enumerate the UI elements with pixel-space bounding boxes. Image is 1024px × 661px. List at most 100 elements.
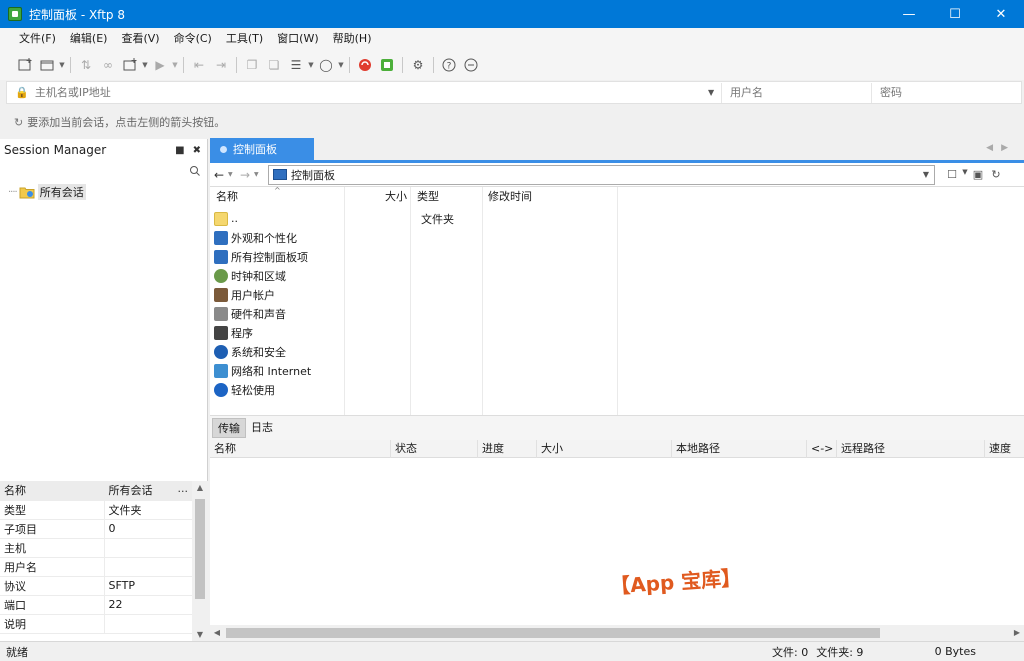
list-view-icon[interactable]: ☰ (285, 54, 307, 76)
menu-file[interactable]: 文件(F) (12, 28, 63, 50)
column-header-status[interactable]: 状态 (390, 440, 417, 458)
scroll-left-icon[interactable]: ◀ (210, 625, 224, 641)
refresh-icon[interactable]: ↻ (987, 168, 1005, 181)
column-header-progress[interactable]: 进度 (477, 440, 504, 458)
list-view-dropdown-icon[interactable]: ▼ (307, 61, 315, 69)
scroll-right-icon[interactable]: ▶ (1010, 625, 1024, 641)
column-header-remote-path[interactable]: 远程路径 (836, 440, 885, 458)
back-icon[interactable]: ← (210, 168, 228, 182)
paste-icon[interactable]: ❏ (263, 54, 285, 76)
menu-tools[interactable]: 工具(T) (219, 28, 270, 50)
download-icon[interactable]: ⇥ (210, 54, 232, 76)
column-header-speed[interactable]: 速度 (984, 440, 1011, 458)
path-input[interactable]: 控制面板 ▼ (268, 164, 935, 185)
maximize-button[interactable]: ☐ (932, 0, 978, 28)
file-row[interactable]: 程序 (214, 323, 253, 342)
menu-help[interactable]: 帮助(H) (326, 28, 379, 50)
menu-edit[interactable]: 编辑(E) (63, 28, 115, 50)
property-row: 用户名 (0, 557, 192, 577)
column-header-modified[interactable]: 修改时间 (488, 187, 532, 207)
search-icon[interactable] (189, 165, 201, 180)
session-search (0, 161, 207, 183)
column-header-size[interactable]: 大小 (385, 187, 407, 207)
tree-item-all-sessions[interactable]: ···· 所有会话 (8, 183, 207, 201)
column-header-local-path[interactable]: 本地路径 (671, 440, 720, 458)
close-panel-icon[interactable]: ✖ (193, 145, 201, 156)
xftp-app-icon[interactable] (8, 7, 22, 21)
upload-icon[interactable]: ⇤ (188, 54, 210, 76)
title-bar: 控制面板 - Xftp 8 — ☐ ✕ (0, 0, 1024, 28)
column-header-size[interactable]: 大小 (536, 440, 563, 458)
tab-log[interactable]: 日志 (246, 418, 278, 438)
scroll-down-icon[interactable]: ▼ (192, 630, 208, 639)
file-row[interactable]: 时钟和区域 (214, 266, 286, 285)
help-icon[interactable]: ? (438, 54, 460, 76)
forward-icon[interactable]: → (236, 168, 254, 182)
column-header-name[interactable]: 名称 (216, 187, 238, 207)
menu-command[interactable]: 命令(C) (167, 28, 219, 50)
file-row[interactable]: .. 文件夹 (214, 209, 614, 228)
menu-window[interactable]: 窗口(W) (270, 28, 325, 50)
disconnect-icon[interactable]: ∞ (97, 54, 119, 76)
open-session-icon[interactable] (36, 54, 58, 76)
file-row[interactable]: 外观和个性化 (214, 228, 297, 247)
session-manager-header: Session Manager ■ ✖ (0, 139, 207, 161)
xshell-icon[interactable] (354, 54, 376, 76)
add-session-arrow-icon[interactable]: ↻ (14, 116, 23, 129)
properties-grid: 名称 所有会话... 类型 文件夹 子项目 0 主机 用户名 协议 SFTP 端… (0, 481, 208, 641)
column-header-name[interactable]: 名称 (210, 440, 236, 458)
open-session-dropdown-icon[interactable]: ▼ (58, 61, 66, 69)
new-tab-dropdown-icon[interactable]: ▼ (141, 61, 149, 69)
file-list: 名称 ^ 大小 类型 修改时间 .. 文件夹 外观和个性化 所有控制面板项 时钟… (210, 186, 1024, 415)
tree-label: 所有会话 (37, 184, 86, 200)
file-row[interactable]: 系统和安全 (214, 342, 286, 361)
password-input[interactable] (871, 82, 1021, 103)
bookmark-icon[interactable]: ☐ (943, 168, 961, 181)
new-session-icon[interactable] (14, 54, 36, 76)
reconnect-icon[interactable]: ⇅ (75, 54, 97, 76)
transfer-dropdown-icon[interactable]: ▼ (171, 61, 179, 69)
transfer-scrollbar[interactable]: ◀ ▶ (210, 625, 1024, 641)
new-folder-icon[interactable]: ▣ (969, 168, 987, 181)
toolbar-divider (183, 57, 184, 73)
property-row: 协议 SFTP (0, 576, 192, 596)
tab-control-panel[interactable]: 控制面板 (210, 138, 314, 160)
back-dropdown-icon[interactable]: ▼ (228, 171, 236, 178)
file-row[interactable]: 硬件和声音 (214, 304, 286, 323)
username-input[interactable] (721, 82, 871, 103)
copy-icon[interactable]: ❐ (241, 54, 263, 76)
forward-dropdown-icon[interactable]: ▼ (254, 171, 262, 178)
scrollbar-thumb[interactable] (226, 628, 880, 638)
bookmark-dropdown-icon[interactable]: ▼ (961, 168, 969, 181)
column-header-type[interactable]: 类型 (417, 187, 439, 207)
chat-icon[interactable] (460, 54, 482, 76)
window-title: 控制面板 - Xftp 8 (29, 7, 125, 22)
globe-icon[interactable]: ◯ (315, 54, 337, 76)
globe-dropdown-icon[interactable]: ▼ (337, 61, 345, 69)
new-tab-icon[interactable] (119, 54, 141, 76)
transfer-icon[interactable]: ▶ (149, 54, 171, 76)
pin-icon[interactable]: ■ (175, 145, 184, 156)
tab-transfer[interactable]: 传输 (212, 418, 246, 438)
more-button[interactable]: ... (178, 482, 189, 495)
file-row[interactable]: 网络和 Internet (214, 361, 311, 380)
path-dropdown-icon[interactable]: ▼ (918, 170, 934, 179)
xftp-icon[interactable] (376, 54, 398, 76)
column-header-direction[interactable]: <-> (806, 440, 833, 458)
file-row[interactable]: 用户帐户 (214, 285, 275, 304)
minimize-button[interactable]: — (886, 0, 932, 28)
gear-icon[interactable]: ⚙ (407, 54, 429, 76)
host-dropdown-icon[interactable]: ▼ (701, 88, 721, 97)
file-row[interactable]: 轻松使用 (214, 380, 275, 399)
file-name: 外观和个性化 (231, 231, 297, 245)
menu-view[interactable]: 查看(V) (114, 28, 166, 50)
close-window-button[interactable]: ✕ (978, 0, 1024, 28)
status-file-count: 文件: 0 (772, 645, 809, 659)
scrollbar-thumb[interactable] (195, 499, 205, 599)
tab-scroll-arrows[interactable]: ◀▶ (986, 143, 1016, 153)
session-manager-title: Session Manager (4, 143, 107, 157)
host-input[interactable] (34, 82, 702, 103)
file-row[interactable]: 所有控制面板项 (214, 247, 308, 266)
scroll-up-icon[interactable]: ▲ (192, 483, 208, 492)
properties-scrollbar[interactable]: ▲ ▼ (192, 481, 208, 641)
